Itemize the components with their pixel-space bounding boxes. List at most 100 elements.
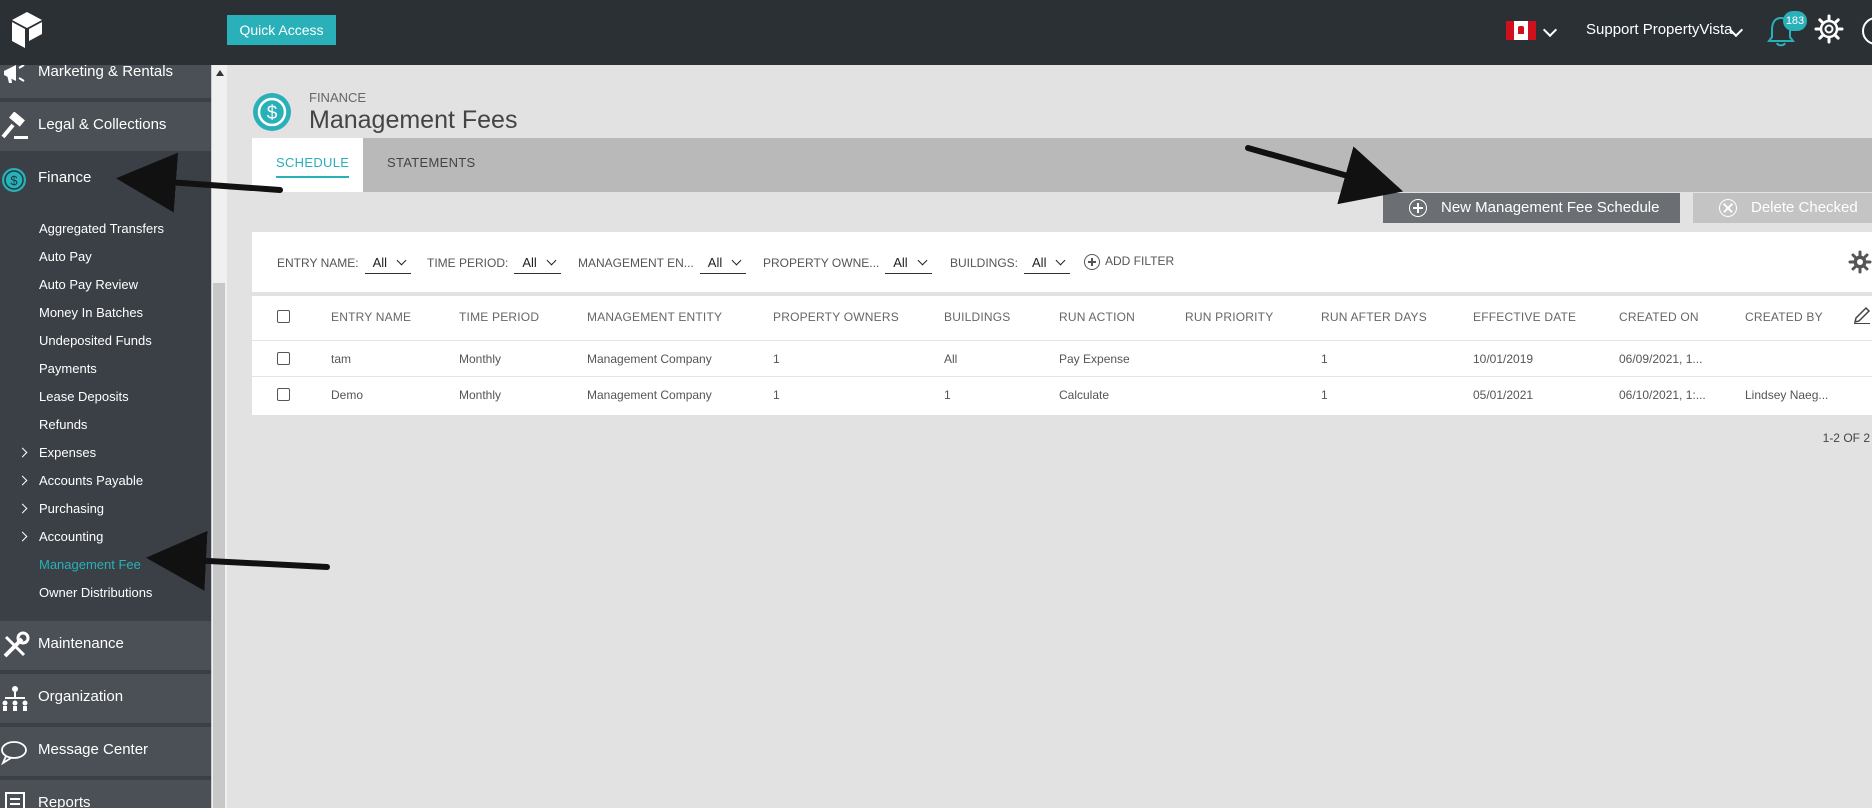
delete-checked-button[interactable]: Delete Checked (1693, 193, 1872, 223)
chevron-down-icon (1056, 255, 1066, 266)
cell-created-on: 06/09/2021, 1... (1619, 352, 1703, 366)
column-header[interactable]: CREATED BY (1745, 310, 1823, 324)
cell-management-entity: Management Company (587, 388, 712, 402)
sidebar-scrollbar[interactable] (211, 65, 227, 808)
select-all-checkbox[interactable] (277, 310, 290, 323)
pagination-info: 1-2 OF 2 (1822, 431, 1870, 445)
filter-select[interactable]: All (1024, 255, 1071, 274)
cell-entry-name[interactable]: Demo (331, 388, 363, 402)
sidebar-subitem-accounting[interactable]: Accounting (39, 529, 103, 544)
dollar-circle-icon: $ (253, 93, 291, 131)
column-header[interactable]: TIME PERIOD (459, 310, 539, 324)
tab-schedule[interactable]: SCHEDULE (252, 138, 363, 192)
filter-buildings[interactable]: BUILDINGS: All (950, 255, 1071, 274)
sidebar-item-marketing-rentals[interactable]: Marketing & Rentals (0, 65, 211, 100)
tab-label: SCHEDULE (276, 155, 350, 178)
column-header[interactable]: RUN AFTER DAYS (1321, 310, 1427, 324)
scroll-up-arrow-icon[interactable] (216, 70, 224, 76)
sidebar-subitem-owner-distributions[interactable]: Owner Distributions (39, 585, 152, 600)
svg-text:$: $ (267, 103, 278, 124)
cell-run-after-days: 1 (1321, 352, 1328, 366)
app-logo-icon[interactable] (10, 10, 44, 50)
notification-badge: 183 (1783, 11, 1807, 31)
quick-access-button[interactable]: Quick Access (227, 15, 336, 45)
chevron-right-icon[interactable] (17, 503, 28, 514)
filter-label: MANAGEMENT EN... (578, 256, 694, 270)
column-header[interactable]: EFFECTIVE DATE (1473, 310, 1576, 324)
cell-run-action: Calculate (1059, 388, 1110, 402)
column-header[interactable]: MANAGEMENT ENTITY (587, 310, 722, 324)
canada-flag-icon[interactable] (1506, 21, 1536, 40)
gear-icon[interactable] (1848, 250, 1872, 274)
close-circle-icon (1719, 199, 1737, 217)
sidebar-subitem-payments[interactable]: Payments (39, 361, 97, 376)
chevron-down-icon (731, 255, 742, 266)
column-header[interactable]: ENTRY NAME (331, 310, 411, 324)
filter-value: All (522, 255, 537, 270)
chevron-down-icon (396, 255, 407, 266)
cell-created-on: 06/10/2021, 1:... (1619, 388, 1706, 402)
cell-buildings: 1 (944, 388, 951, 402)
cell-effective-date: 10/01/2019 (1473, 352, 1534, 366)
user-menu[interactable]: Support PropertyVista (1586, 21, 1732, 38)
chevron-right-icon[interactable] (17, 475, 28, 486)
sidebar-subitem-purchasing[interactable]: Purchasing (39, 501, 104, 516)
sidebar-subitem-management-fee[interactable]: Management Fee (39, 557, 141, 572)
sidebar-item-legal-collections[interactable]: Legal & Collections (0, 102, 211, 153)
sidebar-item-finance[interactable]: $ Finance (0, 155, 211, 206)
filter-entry-name[interactable]: ENTRY NAME: All (277, 255, 412, 274)
column-header[interactable]: CREATED ON (1619, 310, 1699, 324)
chevron-down-icon[interactable] (1542, 22, 1558, 38)
sidebar: Marketing & Rentals Legal & Collections … (0, 65, 211, 808)
row-checkbox[interactable] (277, 388, 290, 401)
column-header[interactable]: RUN PRIORITY (1185, 310, 1273, 324)
sidebar-item-maintenance[interactable]: Maintenance (0, 621, 211, 672)
column-header[interactable]: PROPERTY OWNERS (773, 310, 899, 324)
sidebar-item-message-center[interactable]: Message Center (0, 727, 211, 778)
chevron-right-icon[interactable] (17, 447, 28, 458)
sidebar-item-reports[interactable]: Reports (0, 780, 211, 808)
tab-label: STATEMENTS (387, 155, 476, 170)
gear-icon[interactable] (1814, 14, 1844, 44)
column-header[interactable]: BUILDINGS (944, 310, 1010, 324)
filter-property-owners[interactable]: PROPERTY OWNE... All (763, 255, 932, 274)
filter-time-period[interactable]: TIME PERIOD: All (427, 255, 561, 274)
breadcrumb[interactable]: FINANCE (309, 90, 366, 105)
sidebar-subitem-aggregated-transfers[interactable]: Aggregated Transfers (39, 221, 164, 236)
row-divider (252, 340, 1872, 341)
scrollbar-thumb[interactable] (213, 283, 225, 808)
filter-select[interactable]: All (514, 255, 561, 274)
sidebar-item-label: Maintenance (38, 635, 124, 652)
sidebar-item-label: Legal & Collections (38, 116, 167, 133)
chevron-right-icon[interactable] (17, 531, 28, 542)
column-header[interactable]: RUN ACTION (1059, 310, 1135, 324)
sidebar-subitem-accounts-payable[interactable]: Accounts Payable (39, 473, 143, 488)
filter-select[interactable]: All (885, 255, 932, 274)
add-filter-button[interactable]: ADD FILTER (1084, 254, 1174, 270)
cell-entry-name[interactable]: tam (331, 352, 351, 366)
sidebar-subitem-refunds[interactable]: Refunds (39, 417, 87, 432)
filter-select[interactable]: All (699, 255, 747, 274)
sidebar-subitem-undeposited-funds[interactable]: Undeposited Funds (39, 333, 152, 348)
sidebar-subitem-expenses[interactable]: Expenses (39, 445, 96, 460)
sidebar-subitem-money-in-batches[interactable]: Money In Batches (39, 305, 143, 320)
sidebar-item-label: Finance (38, 169, 92, 186)
new-management-fee-schedule-button[interactable]: New Management Fee Schedule (1383, 193, 1680, 223)
sidebar-item-label: Organization (38, 688, 124, 705)
sidebar-subitem-lease-deposits[interactable]: Lease Deposits (39, 389, 129, 404)
filter-label: ENTRY NAME: (277, 256, 359, 270)
row-checkbox[interactable] (277, 352, 290, 365)
pencil-icon[interactable] (1853, 306, 1871, 324)
cell-time-period: Monthly (459, 388, 502, 402)
sidebar-subitem-auto-pay[interactable]: Auto Pay (39, 249, 92, 264)
filter-select[interactable]: All (364, 255, 412, 274)
sidebar-item-organization[interactable]: Organization (0, 674, 211, 725)
sidebar-item-label: Message Center (38, 741, 149, 758)
cell-property-owners: 1 (773, 388, 780, 402)
top-bar: Quick Access Support PropertyVista 183 (0, 0, 1872, 65)
filter-management-entity[interactable]: MANAGEMENT EN... All (578, 255, 747, 274)
help-icon[interactable] (1862, 17, 1872, 45)
svg-text:$: $ (10, 173, 18, 188)
add-filter-label: ADD FILTER (1105, 254, 1175, 269)
sidebar-subitem-auto-pay-review[interactable]: Auto Pay Review (39, 277, 138, 292)
